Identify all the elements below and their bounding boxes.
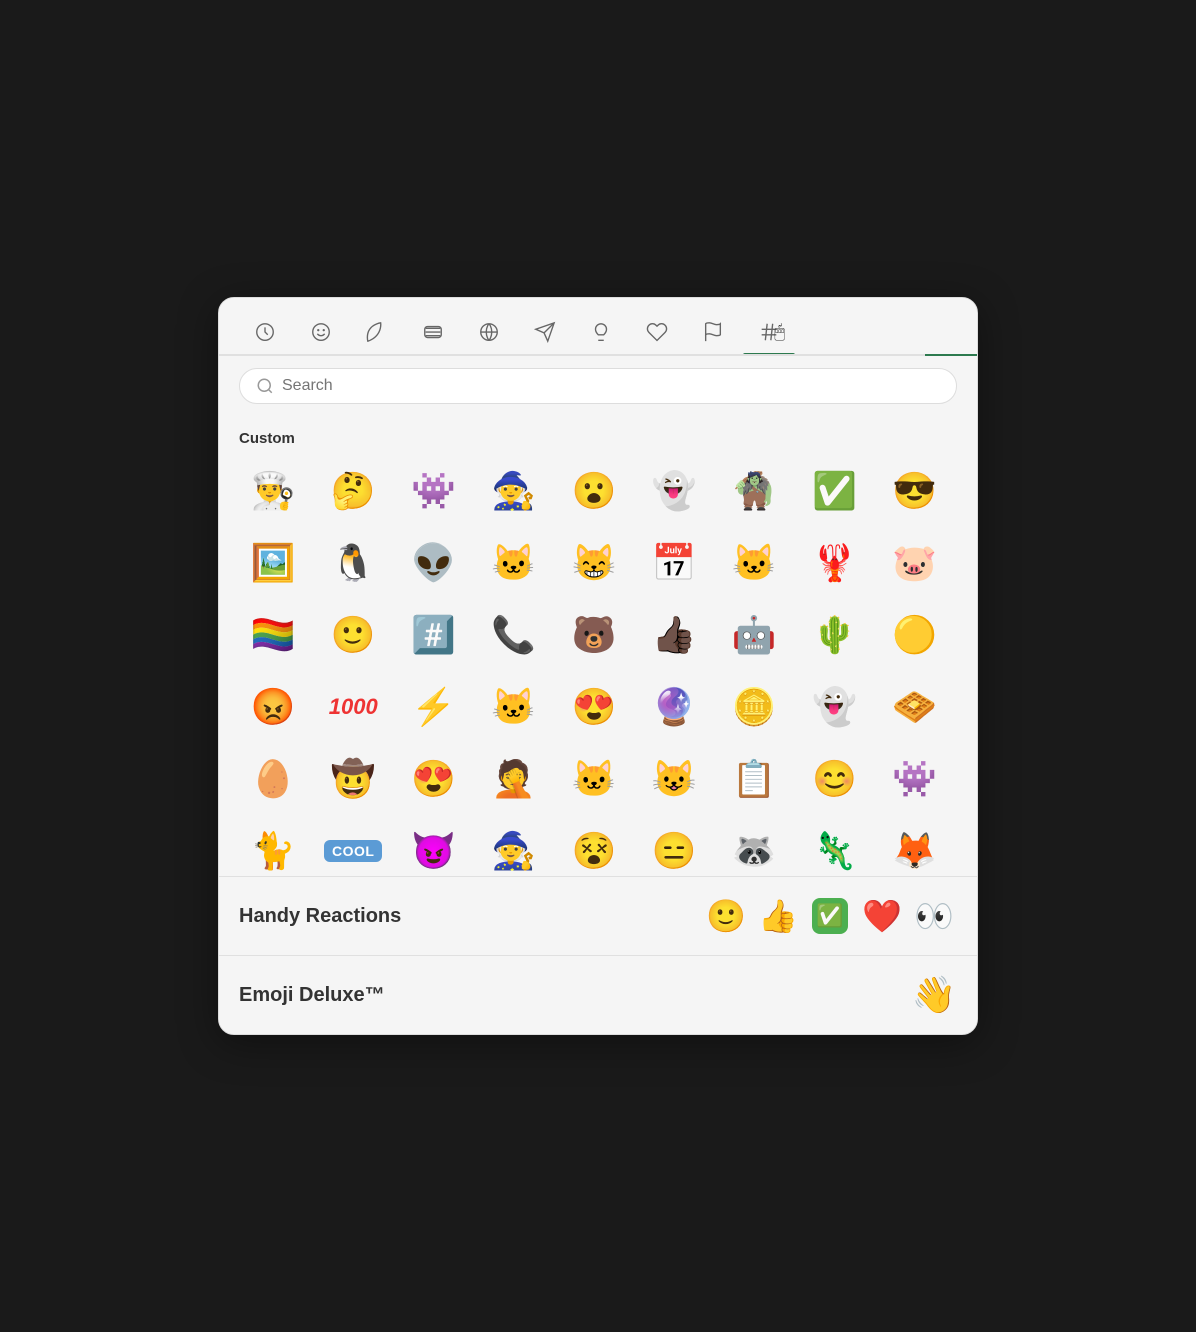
emoji-kitty[interactable]: 😺	[640, 745, 708, 813]
handy-reactions-label: Handy Reactions	[239, 905, 691, 928]
emoji-penguin[interactable]: 🐧	[319, 529, 387, 597]
emoji-lightning[interactable]: ⚡	[399, 673, 467, 741]
custom-emoji-grid: 👨‍🍳 🤔 👾 🧙 😮 👻 🧌 ✅ 😎 🖼️ 🐧 👽 🐱 😸 📅 🐱 🦞	[239, 457, 957, 876]
search-input[interactable]	[282, 377, 940, 395]
emoji-picker: 🖱 Custom 👨‍🍳 🤔 👾 🧙 😮 👻	[218, 297, 978, 1035]
emoji-thumbsup-dark[interactable]: 👍🏿	[640, 601, 708, 669]
category-bar: 🖱	[219, 298, 977, 354]
emoji-slack[interactable]: #️⃣	[399, 601, 467, 669]
emoji-chef[interactable]: 👨‍🍳	[239, 457, 307, 525]
emoji-deluxe-label: Emoji Deluxe™	[239, 984, 899, 1007]
emoji-devil[interactable]: 😈	[399, 817, 467, 876]
emoji-cool-glasses[interactable]: 😎	[881, 457, 949, 525]
category-flags[interactable]	[687, 310, 739, 354]
category-custom[interactable]: 🖱	[743, 310, 795, 354]
category-objects[interactable]	[575, 310, 627, 354]
emoji-frame[interactable]: 🖼️	[239, 529, 307, 597]
emoji-boxing[interactable]: 😡	[239, 673, 307, 741]
emoji-c3po[interactable]: 🤖	[720, 601, 788, 669]
main-content: Custom 👨‍🍳 🤔 👾 🧙 😮 👻 🧌 ✅ 😎 🖼️ 🐧 👽 🐱 😸 �	[219, 416, 977, 876]
emoji-surprised[interactable]: 😮	[560, 457, 628, 525]
category-food[interactable]	[407, 310, 459, 354]
emoji-mario[interactable]: 👾	[881, 745, 949, 813]
category-symbols[interactable]	[631, 310, 683, 354]
emoji-calendar[interactable]: 📅	[640, 529, 708, 597]
custom-section-label: Custom	[239, 416, 957, 457]
emoji-round[interactable]: 🟡	[881, 601, 949, 669]
emoji-raccoon[interactable]: 🦝	[720, 817, 788, 876]
emoji-neutral[interactable]: 😑	[640, 817, 708, 876]
category-travel[interactable]	[519, 310, 571, 354]
emoji-cat3[interactable]: 🐈	[239, 817, 307, 876]
emoji-phone[interactable]: 📞	[480, 601, 548, 669]
search-icon	[256, 377, 274, 395]
emoji-wizard2[interactable]: 🧙	[480, 817, 548, 876]
search-box	[239, 368, 957, 404]
check-emoji[interactable]: ✅	[812, 898, 848, 934]
emoji-smiley2[interactable]: 😊	[801, 745, 869, 813]
category-divider	[219, 354, 977, 356]
emoji-bb8[interactable]: 🔮	[640, 673, 708, 741]
emoji-fox[interactable]: 🦊	[881, 817, 949, 876]
emoji-pikachu[interactable]: 🐱	[720, 529, 788, 597]
emoji-smile[interactable]: 🙂	[319, 601, 387, 669]
emoji-dizzy[interactable]: 😵	[560, 817, 628, 876]
deluxe-hand-icon[interactable]: 👋	[911, 972, 957, 1018]
reaction-heart[interactable]: ❤️	[859, 893, 905, 939]
reaction-thumbsup[interactable]: 👍	[755, 893, 801, 939]
emoji-lobster[interactable]: 🦞	[801, 529, 869, 597]
cursor-icon: 🖱	[774, 322, 785, 343]
emoji-cactus[interactable]: 🌵	[801, 601, 869, 669]
emoji-cat-tie[interactable]: 🐱	[480, 529, 548, 597]
emoji-bitcoin[interactable]: 🪙	[720, 673, 788, 741]
reaction-eyes[interactable]: 👀	[911, 893, 957, 939]
handy-reactions-section: Handy Reactions 🙂 👍 ✅ ❤️ 👀	[219, 876, 977, 955]
emoji-cat2[interactable]: 🐱	[560, 745, 628, 813]
category-recent[interactable]	[239, 310, 291, 354]
active-category-line	[925, 354, 977, 356]
emoji-wizard[interactable]: 🧙	[480, 457, 548, 525]
emoji-bear-tie[interactable]: 🐻	[560, 601, 628, 669]
emoji-heart-eyes[interactable]: 😍	[560, 673, 628, 741]
emoji-facepalm[interactable]: 🤦	[480, 745, 548, 813]
emoji-pig[interactable]: 🐷	[881, 529, 949, 597]
emoji-verified[interactable]: ✅	[801, 457, 869, 525]
emoji-nyan[interactable]: 🐱	[480, 673, 548, 741]
emoji-alien[interactable]: 👾	[399, 457, 467, 525]
emoji-thinking[interactable]: 🤔	[319, 457, 387, 525]
emoji-scroll-area: Custom 👨‍🍳 🤔 👾 🧙 😮 👻 🧌 ✅ 😎 🖼️ 🐧 👽 🐱 😸 �	[219, 416, 977, 876]
emoji-raptor[interactable]: 🦎	[801, 817, 869, 876]
emoji-waffle[interactable]: 🧇	[881, 673, 949, 741]
emoji-grin[interactable]: 😸	[560, 529, 628, 597]
reaction-check[interactable]: ✅	[807, 893, 853, 939]
emoji-troll[interactable]: 🧌	[720, 457, 788, 525]
emoji-sheet[interactable]: 📋	[720, 745, 788, 813]
emoji-deluxe-section: Emoji Deluxe™ 👋	[219, 955, 977, 1034]
category-nature[interactable]	[351, 310, 403, 354]
search-area	[219, 356, 977, 416]
emoji-cool-badge[interactable]: COOL	[319, 817, 387, 876]
emoji-1000[interactable]: 1000	[319, 673, 387, 741]
emoji-rainbow[interactable]: 🏳️‍🌈	[239, 601, 307, 669]
cool-text: COOL	[324, 840, 382, 862]
emoji-yellow-alien[interactable]: 👽	[399, 529, 467, 597]
category-smileys[interactable]	[295, 310, 347, 354]
emoji-homer[interactable]: 🤠	[319, 745, 387, 813]
emoji-egg[interactable]: 🥚	[239, 745, 307, 813]
category-activity[interactable]	[463, 310, 515, 354]
emoji-ghost[interactable]: 👻	[640, 457, 708, 525]
reaction-smile[interactable]: 🙂	[703, 893, 749, 939]
emoji-hearts[interactable]: 😍	[399, 745, 467, 813]
emoji-ghost2[interactable]: 👻	[801, 673, 869, 741]
handy-reactions-emojis: 🙂 👍 ✅ ❤️ 👀	[703, 893, 957, 939]
